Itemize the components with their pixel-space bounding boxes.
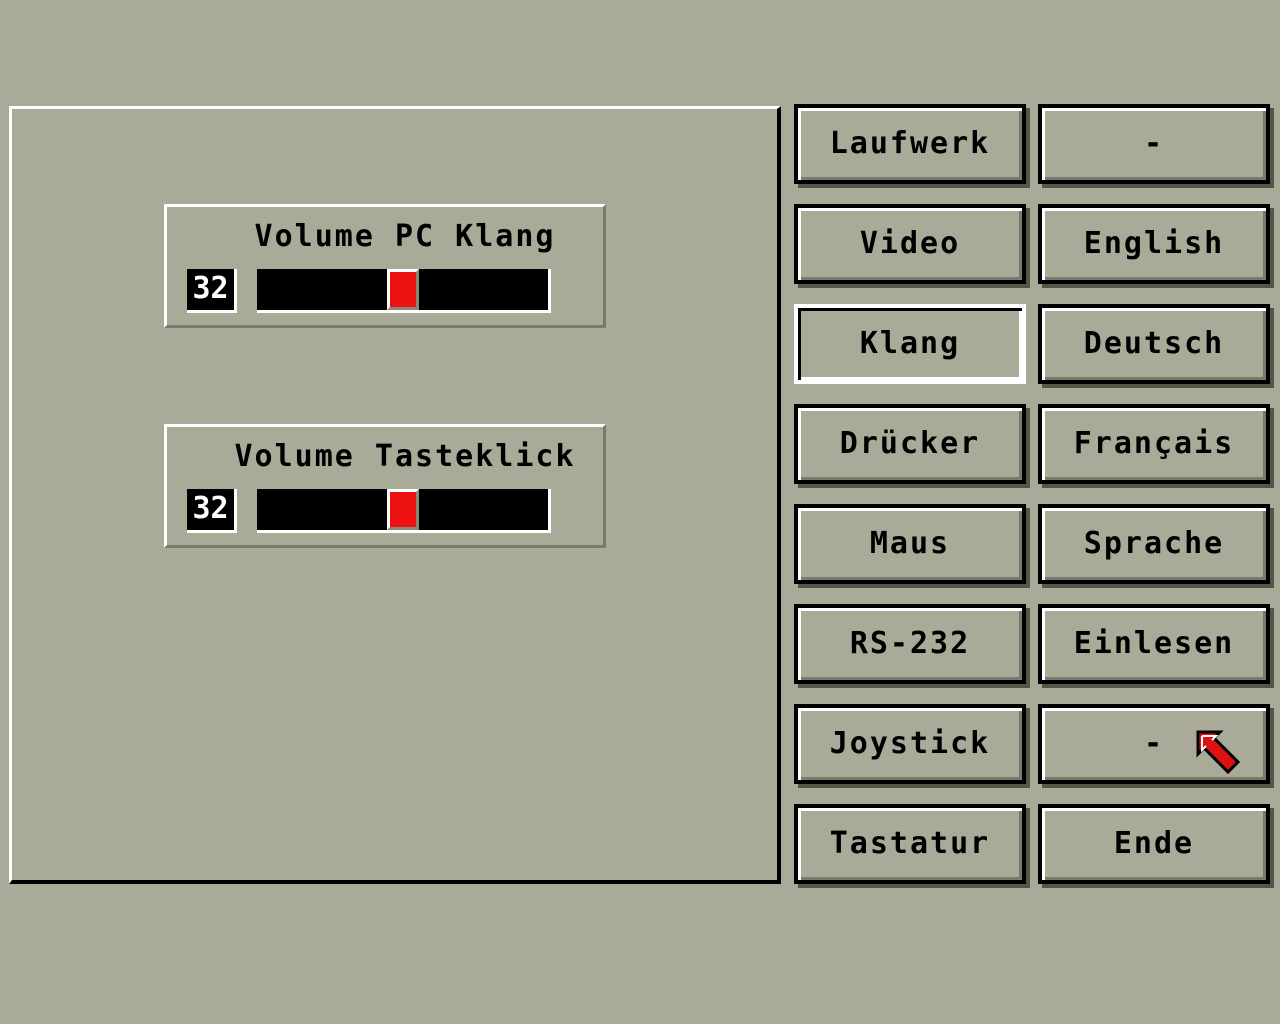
volume-keyclick-knob[interactable] [386,489,419,530]
load-button[interactable]: Einlesen [1038,604,1270,684]
sound-button[interactable]: Klang [794,304,1026,384]
settings-screen: Volume PC Klang 32 Volume Tasteklick 32 … [0,0,1280,1024]
rs232-button[interactable]: RS-232 [794,604,1026,684]
joystick-button[interactable]: Joystick [794,704,1026,784]
volume-keyclick-slider[interactable] [257,489,551,533]
volume-keyclick-value: 32 [187,489,237,533]
french-button[interactable]: Français [1038,404,1270,484]
end-button[interactable]: Ende [1038,804,1270,884]
volume-keyclick-title: Volume Tasteklick [234,439,576,474]
german-button[interactable]: Deutsch [1038,304,1270,384]
volume-keyclick-group: Volume Tasteklick 32 [164,424,606,548]
drive-button[interactable]: Laufwerk [794,104,1026,184]
keyboard-button[interactable]: Tastatur [794,804,1026,884]
volume-pc-sound-group: Volume PC Klang 32 [164,204,606,328]
volume-pc-sound-title: Volume PC Klang [254,219,556,254]
video-button[interactable]: Video [794,204,1026,284]
mouse-pointer-arrow-icon [1196,730,1241,775]
content-panel: Volume PC Klang 32 Volume Tasteklick 32 [9,106,781,884]
printer-button[interactable]: Drücker [794,404,1026,484]
mouse-button[interactable]: Maus [794,504,1026,584]
volume-pc-sound-slider[interactable] [257,269,551,313]
empty-button-top[interactable]: - [1038,104,1270,184]
english-button[interactable]: English [1038,204,1270,284]
language-button[interactable]: Sprache [1038,504,1270,584]
volume-pc-sound-knob[interactable] [386,269,419,310]
volume-pc-sound-value: 32 [187,269,237,313]
